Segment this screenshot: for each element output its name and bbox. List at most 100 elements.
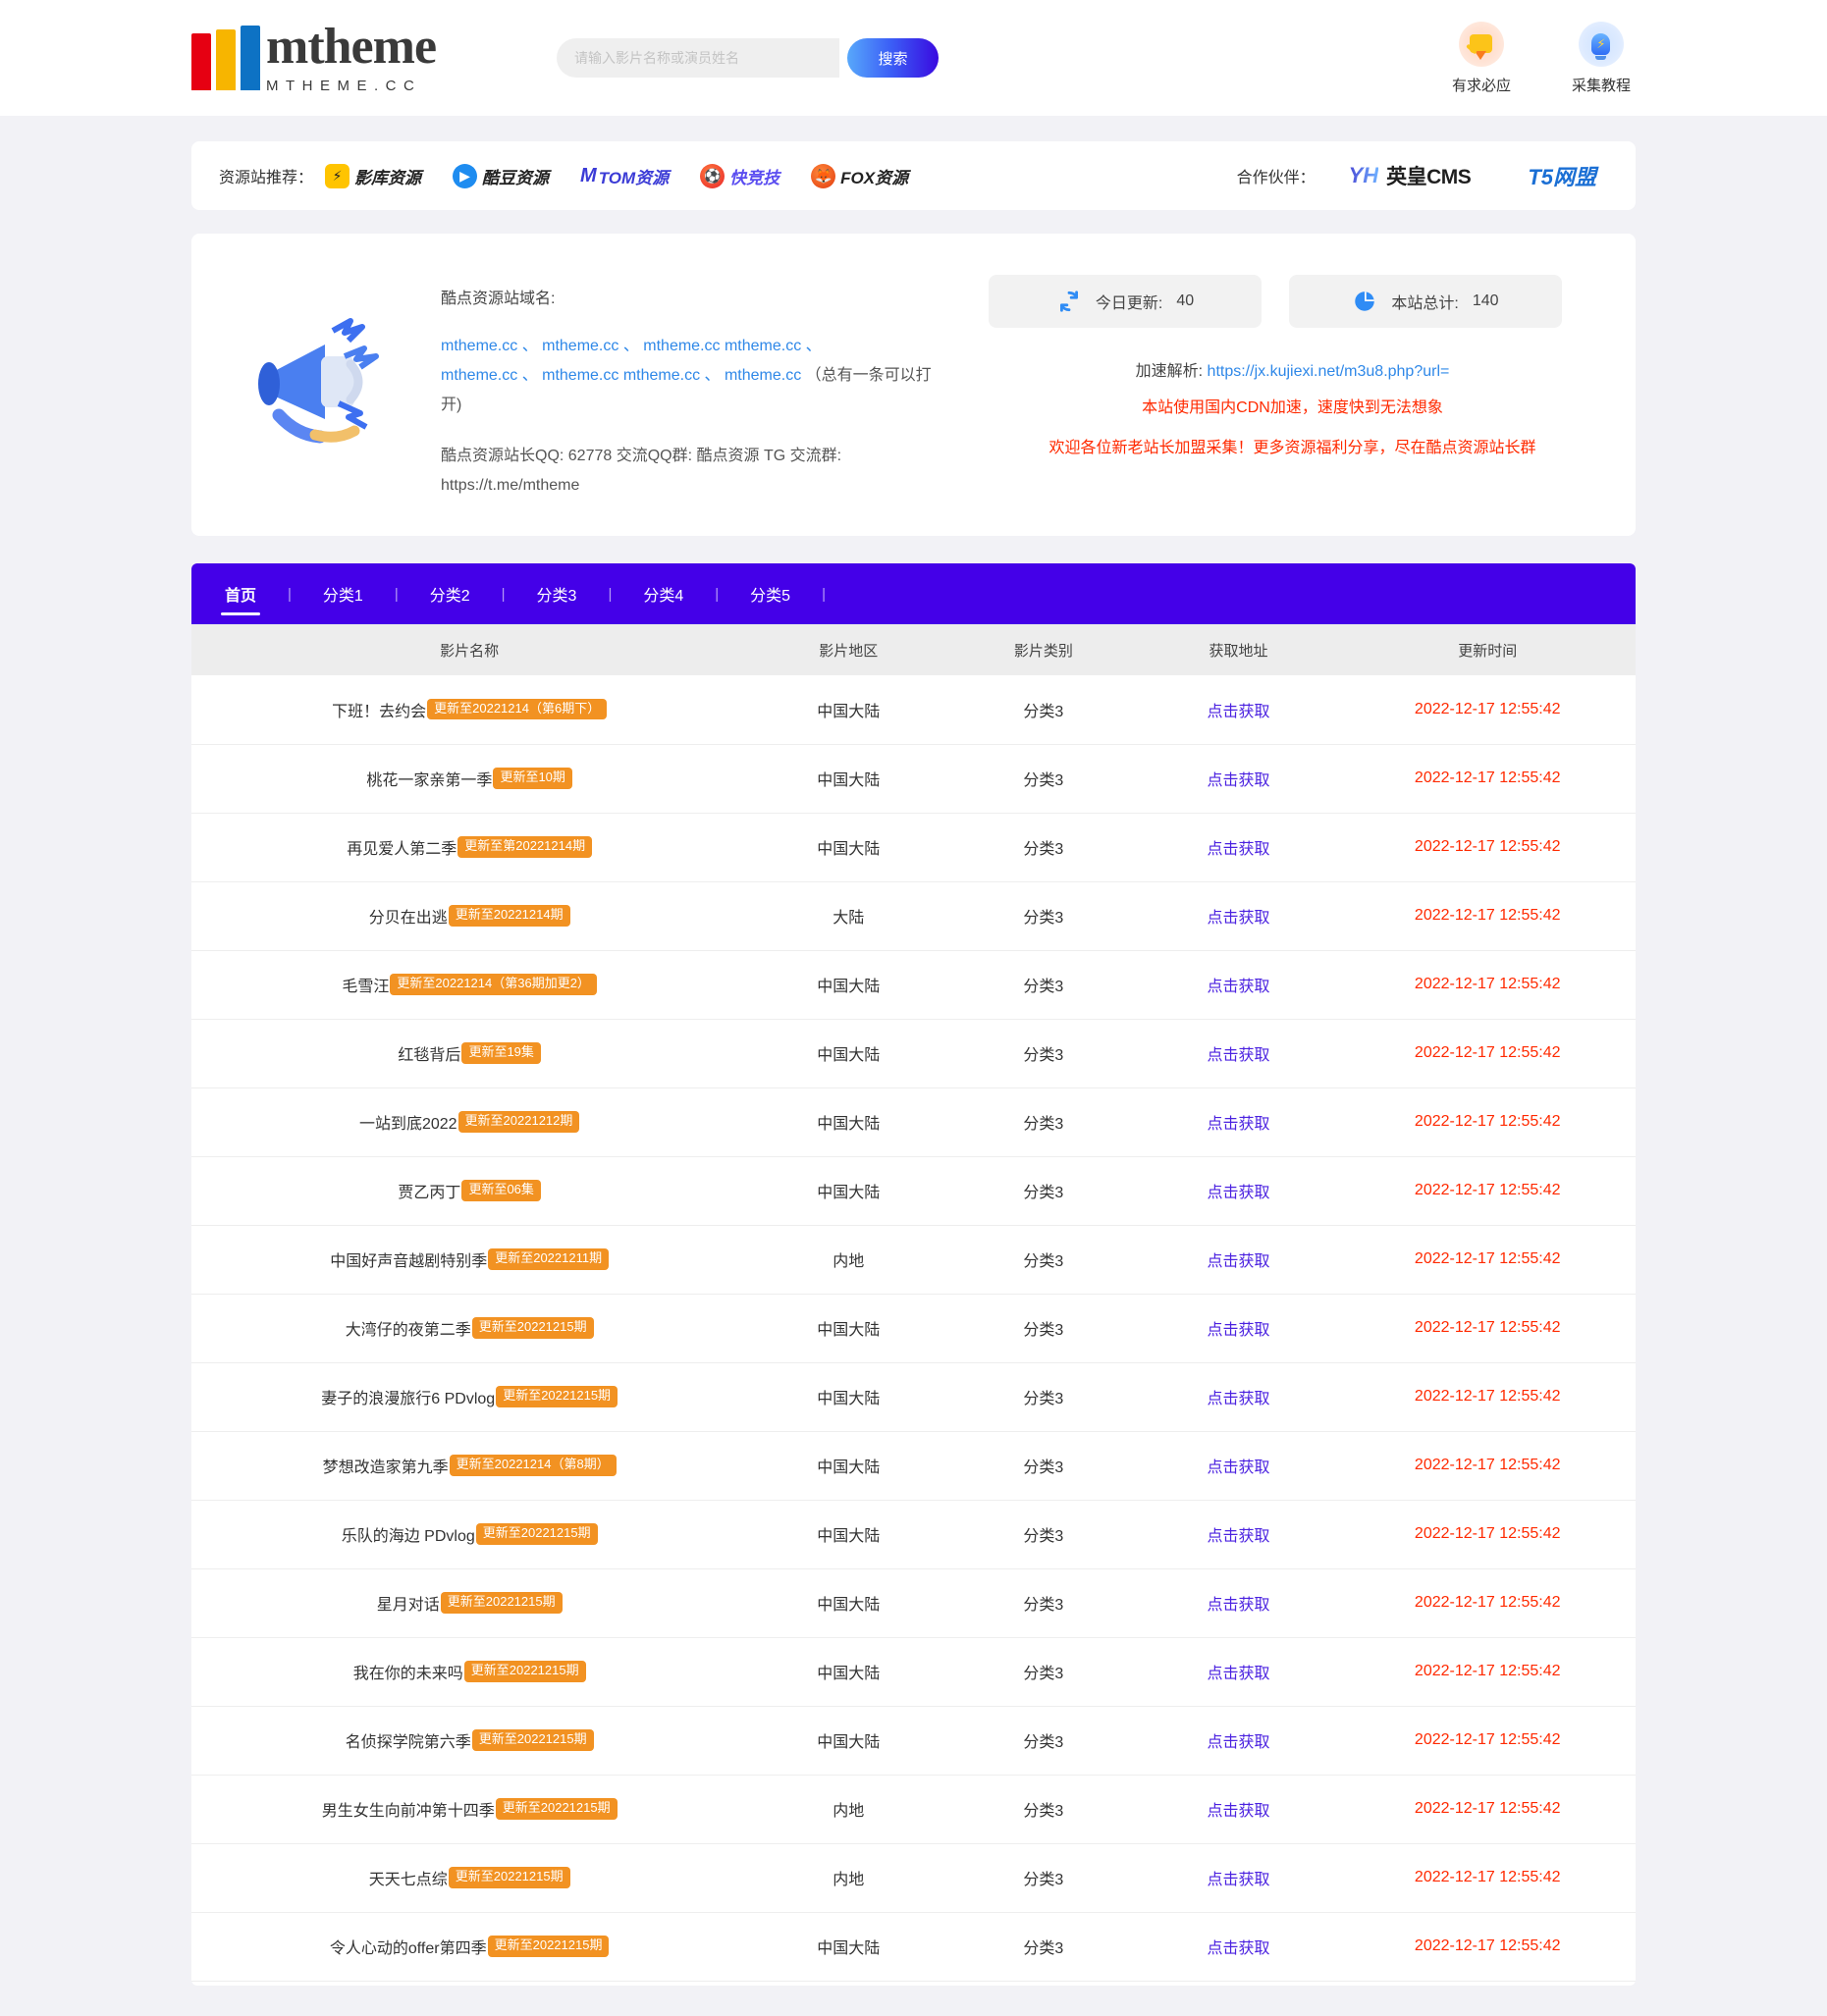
nav-item-category-3[interactable]: 分类3 [533, 582, 581, 606]
update-badge: 更新至20221211期 [488, 1248, 609, 1269]
get-address-link[interactable]: 点击获取 [1207, 841, 1269, 858]
update-badge: 更新至20221215期 [496, 1386, 618, 1406]
get-address-link[interactable]: 点击获取 [1207, 1666, 1269, 1682]
partner-site-yingku[interactable]: ⚡ 影库资源 [325, 164, 421, 188]
nav-item-category-5[interactable]: 分类5 [746, 582, 794, 606]
cell-get-link: 点击获取 [1137, 1912, 1339, 1981]
movie-title: 令人心动的offer第四季 [330, 1935, 487, 1958]
table-row: 毛雪汪更新至20221214（第36期加更2）中国大陆分类3点击获取2022-1… [191, 950, 1636, 1019]
cell-update-time: 2022-12-17 12:55:42 [1339, 1637, 1636, 1706]
update-badge: 更新至20221214（第8期） [450, 1455, 617, 1475]
nav-separator: | [580, 586, 639, 603]
get-address-link[interactable]: 点击获取 [1207, 1459, 1269, 1476]
table-row: 中国好声音越剧特别季更新至20221211期内地分类3点击获取2022-12-1… [191, 1225, 1636, 1294]
lightbulb-icon: ⚡ [1579, 22, 1624, 67]
cell-category: 分类3 [949, 1294, 1137, 1362]
parser-label: 加速解析: [1136, 363, 1203, 380]
search-input[interactable] [557, 38, 839, 78]
update-badge: 更新至20221215期 [472, 1729, 594, 1750]
cell-get-link: 点击获取 [1137, 950, 1339, 1019]
cell-update-time: 2022-12-17 12:55:42 [1339, 1431, 1636, 1500]
cooperation-group: 合作伙伴： YH 英皇CMS T5网盟 [1237, 160, 1596, 191]
stats-row: 今日更新: 40 本站总计: 140 [989, 275, 1596, 328]
get-address-link[interactable]: 点击获取 [1207, 1116, 1269, 1133]
get-address-link[interactable]: 点击获取 [1207, 1734, 1269, 1751]
nav-item-category-1[interactable]: 分类1 [319, 582, 367, 606]
cell-get-link: 点击获取 [1137, 1706, 1339, 1775]
cell-region: 中国大陆 [747, 1706, 949, 1775]
table-row: 贾乙丙丁更新至06集中国大陆分类3点击获取2022-12-17 12:55:42 [191, 1156, 1636, 1225]
cell-region: 内地 [747, 1775, 949, 1843]
movie-title: 红毯背后 [398, 1041, 460, 1065]
nav-item-category-2[interactable]: 分类2 [426, 582, 474, 606]
get-address-link[interactable]: 点击获取 [1207, 1872, 1269, 1888]
get-address-link[interactable]: 点击获取 [1207, 704, 1269, 720]
cell-region: 中国大陆 [747, 744, 949, 813]
contact-line-2[interactable]: https://t.me/mtheme [441, 477, 579, 494]
cell-get-link: 点击获取 [1137, 813, 1339, 881]
get-address-link[interactable]: 点击获取 [1207, 1047, 1269, 1064]
contact-line-1: 酷点资源站长QQ: 62778 交流QQ群: 酷点资源 TG 交流群: [441, 448, 841, 464]
cell-movie-name: 一站到底2022更新至20221212期 [191, 1088, 747, 1156]
fox-badge-icon: 🦊 [811, 164, 835, 188]
get-address-link[interactable]: 点击获取 [1207, 1391, 1269, 1407]
cell-get-link: 点击获取 [1137, 675, 1339, 744]
table-row: 令人心动的offer第四季更新至20221215期中国大陆分类3点击获取2022… [191, 1912, 1636, 1981]
partner-site-kuaijingji[interactable]: ⚽ 快竞技 [700, 164, 779, 188]
announcement-text: 酷点资源站域名: mtheme.cc 、 mtheme.cc 、 mtheme.… [431, 263, 951, 501]
partner-logo-t5[interactable]: T5网盟 [1528, 160, 1596, 191]
get-address-link[interactable]: 点击获取 [1207, 1253, 1269, 1270]
get-address-link[interactable]: 点击获取 [1207, 1322, 1269, 1339]
get-address-link[interactable]: 点击获取 [1207, 910, 1269, 927]
partner-site-tom[interactable]: M TOM资源 [580, 164, 669, 188]
contact-info: 酷点资源站长QQ: 62778 交流QQ群: 酷点资源 TG 交流群: http… [441, 442, 951, 501]
nav-separator: | [794, 586, 853, 603]
site-logo[interactable]: mtheme MTHEME.CC [191, 22, 436, 94]
cell-update-time: 2022-12-17 12:55:42 [1339, 881, 1636, 950]
domain-line-1[interactable]: mtheme.cc 、 mtheme.cc 、 mtheme.cc mtheme… [441, 338, 822, 354]
cell-movie-name: 毛雪汪更新至20221214（第36期加更2） [191, 950, 747, 1019]
get-address-link[interactable]: 点击获取 [1207, 772, 1269, 789]
get-address-link[interactable]: 点击获取 [1207, 1597, 1269, 1614]
pie-chart-icon [1352, 289, 1377, 314]
update-badge: 更新至20221215期 [496, 1798, 618, 1819]
get-address-link[interactable]: 点击获取 [1207, 1940, 1269, 1957]
page-root: mtheme MTHEME.CC 搜索 有求必应 ⚡ 采集教程 [0, 0, 1827, 1986]
update-badge: 更新至20221215期 [441, 1592, 563, 1613]
get-address-link[interactable]: 点击获取 [1207, 1803, 1269, 1820]
table-row: 一站到底2022更新至20221212期中国大陆分类3点击获取2022-12-1… [191, 1088, 1636, 1156]
domain-line-2[interactable]: mtheme.cc 、 mtheme.cc mtheme.cc 、 mtheme… [441, 367, 801, 384]
nav-separator: | [367, 586, 426, 603]
get-address-link[interactable]: 点击获取 [1207, 979, 1269, 995]
update-badge: 更新至20221214期 [449, 905, 570, 926]
table-row: 男生女生向前冲第十四季更新至20221215期内地分类3点击获取2022-12-… [191, 1775, 1636, 1843]
movie-title: 中国好声音越剧特别季 [330, 1247, 487, 1271]
partner-site-fox[interactable]: 🦊 FOX资源 [811, 164, 908, 188]
cell-movie-name: 名侦探学院第六季更新至20221215期 [191, 1706, 747, 1775]
partner-logo-yhcms[interactable]: 英皇CMS [1386, 161, 1471, 190]
nav-item-home[interactable]: 首页 [221, 582, 260, 606]
cell-get-link: 点击获取 [1137, 1294, 1339, 1362]
search-button[interactable]: 搜索 [847, 38, 939, 78]
partner-site-kudou[interactable]: ▶ 酷豆资源 [453, 164, 549, 188]
col-header-category: 影片类别 [949, 624, 1137, 675]
header-action-support[interactable]: 有求必应 [1452, 22, 1511, 95]
movie-title: 分贝在出逃 [369, 904, 448, 928]
table-row: 梦想改造家第九季更新至20221214（第8期）中国大陆分类3点击获取2022-… [191, 1431, 1636, 1500]
get-address-link[interactable]: 点击获取 [1207, 1185, 1269, 1201]
cell-movie-name: 妻子的浪漫旅行6 PDvlog更新至20221215期 [191, 1362, 747, 1431]
get-address-link[interactable]: 点击获取 [1207, 1528, 1269, 1545]
table-row: 我在你的未来吗更新至20221215期中国大陆分类3点击获取2022-12-17… [191, 1637, 1636, 1706]
logo-bar-red [191, 33, 211, 90]
cell-category: 分类3 [949, 881, 1137, 950]
cell-region: 内地 [747, 1843, 949, 1912]
logo-wordmark: mtheme [266, 22, 436, 73]
parser-url[interactable]: https://jx.kujiexi.net/m3u8.php?url= [1208, 363, 1450, 380]
table-row: 妻子的浪漫旅行6 PDvlog更新至20221215期中国大陆分类3点击获取20… [191, 1362, 1636, 1431]
table-row: 大湾仔的夜第二季更新至20221215期中国大陆分类3点击获取2022-12-1… [191, 1294, 1636, 1362]
cell-movie-name: 红毯背后更新至19集 [191, 1019, 747, 1088]
update-badge: 更新至20221215期 [488, 1936, 610, 1956]
header-action-tutorial[interactable]: ⚡ 采集教程 [1572, 22, 1631, 95]
movie-title: 梦想改造家第九季 [323, 1454, 449, 1477]
nav-item-category-4[interactable]: 分类4 [639, 582, 687, 606]
